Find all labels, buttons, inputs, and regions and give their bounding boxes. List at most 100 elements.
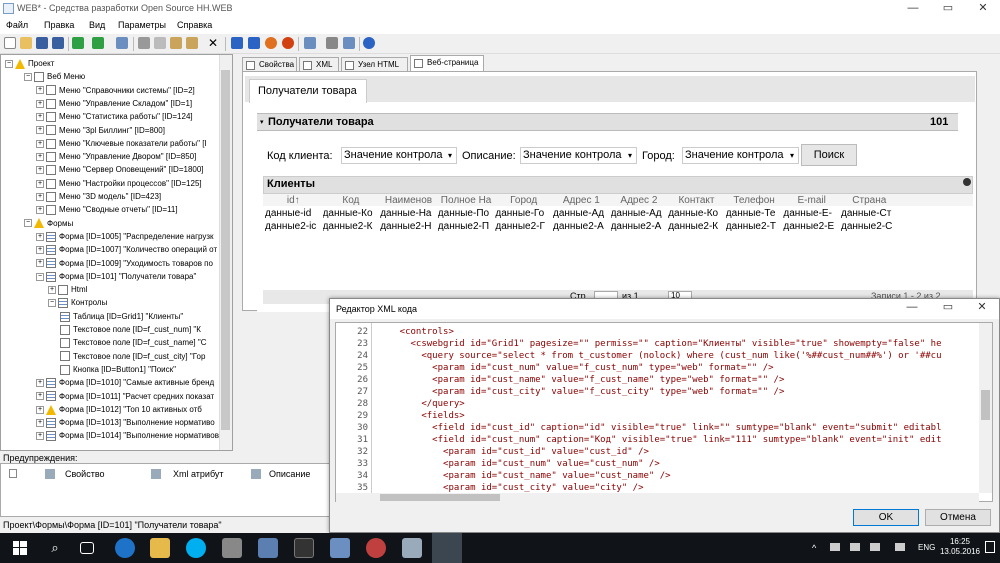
code-line[interactable]: <param id="cust_id" value="cust_id" /> [378, 446, 978, 458]
terminal-icon[interactable] [294, 538, 314, 558]
copy-icon[interactable] [154, 37, 166, 49]
grid-cell[interactable]: данные2-К [323, 220, 381, 233]
edit-icon[interactable] [116, 37, 128, 49]
tree-node[interactable]: + Меню "3pl Биллинг" [ID=800] [36, 124, 165, 137]
expand-toggle-icon[interactable]: + [36, 126, 44, 135]
menu-help[interactable]: Справка [177, 20, 212, 30]
new-icon[interactable] [4, 37, 16, 49]
expand-toggle-icon[interactable]: + [36, 232, 44, 241]
expand-toggle-icon[interactable]: + [36, 166, 44, 175]
language-indicator[interactable]: ENG [918, 543, 935, 552]
tree-node[interactable]: Текстовое поле [ID=f_cust_city] "Гор [60, 350, 205, 363]
save-all-icon[interactable] [52, 37, 64, 49]
grid-cell[interactable]: данные-Ко [323, 207, 381, 220]
expand-toggle-icon[interactable]: − [24, 219, 32, 228]
expand-toggle-icon[interactable]: − [36, 272, 44, 281]
expand-toggle-icon[interactable]: + [36, 86, 44, 95]
volume-icon[interactable] [895, 543, 905, 551]
grid-cell[interactable]: данные2-Е [783, 220, 841, 233]
run-icon[interactable] [265, 37, 277, 49]
tree-node[interactable]: + Форма [ID=1005] "Распределение нагрузк [36, 230, 214, 243]
notifications-icon[interactable] [985, 541, 995, 553]
code-line[interactable]: <param id="cust_num" value="f_cust_num" … [378, 362, 978, 374]
grid-column-header[interactable]: E-mail [783, 195, 840, 207]
tree-node[interactable]: + Меню "Управление Двором" [ID=850] [36, 150, 196, 163]
grid-cell[interactable]: данные-По [438, 207, 496, 220]
tree-node[interactable]: + Форма [ID=1007] "Количество операций от [36, 243, 217, 256]
code-line[interactable]: <param id="cust_name" value="f_cust_name… [378, 374, 978, 386]
grid-column-header[interactable]: Код [323, 195, 380, 207]
tree-node[interactable]: + Html [48, 283, 87, 296]
grid-cell[interactable]: данные-На [380, 207, 438, 220]
code-line[interactable]: <fields> [378, 410, 978, 422]
start-icon[interactable] [10, 538, 30, 558]
tree-node[interactable]: + Меню "Сервер Оповещений" [ID=1800] [36, 163, 204, 176]
expand-toggle-icon[interactable]: + [36, 432, 44, 441]
add-child-icon[interactable] [92, 37, 104, 49]
expand-toggle-icon[interactable]: + [36, 379, 44, 388]
page-tab[interactable]: Получатели товара [249, 79, 367, 103]
tray-chevron-icon[interactable]: ^ [812, 543, 816, 553]
grid-cell[interactable]: данные2-С [841, 220, 899, 233]
expand-toggle-icon[interactable]: + [36, 99, 44, 108]
code-line[interactable]: </query> [378, 398, 978, 410]
tab-web-page[interactable]: Веб-страница [410, 55, 484, 71]
tree-node[interactable]: − Форма [ID=101] "Получатели товара" [36, 270, 196, 283]
tree-node[interactable]: + Меню "Справочники системы" [ID=2] [36, 84, 195, 97]
add-icon[interactable] [72, 37, 84, 49]
grid-column-header[interactable]: Полное На [438, 195, 495, 207]
grid-cell[interactable]: данные2-А [553, 220, 611, 233]
tab-html-node[interactable]: Узел HTML [341, 57, 408, 71]
clock[interactable]: 16:25 13.05.2016 [936, 537, 984, 557]
menu-view[interactable]: Вид [89, 20, 105, 30]
grid-cell[interactable]: данные2-А [611, 220, 669, 233]
cancel-button[interactable]: Отмена [925, 509, 991, 526]
app-icon-1[interactable] [258, 538, 278, 558]
expand-toggle-icon[interactable]: + [48, 285, 56, 294]
grid-cell[interactable]: данные-id [265, 207, 323, 220]
tree-node[interactable]: + Форма [ID=1012] "Топ 10 активных отб [36, 403, 202, 416]
cut-icon[interactable] [138, 37, 150, 49]
find-icon[interactable] [326, 37, 338, 49]
paste-icon[interactable] [170, 37, 182, 49]
move-down-icon[interactable] [248, 37, 260, 49]
network-icon[interactable] [870, 543, 880, 551]
tree-node[interactable]: Текстовое поле [ID=f_cust_name] "С [60, 336, 207, 349]
code-line[interactable]: <query source="select * from t_customer … [378, 350, 978, 362]
tree-node[interactable]: − Формы [24, 217, 73, 230]
grid-cell[interactable]: данные-Ад [611, 207, 669, 220]
dialog-maximize-button[interactable]: ▭ [931, 299, 965, 319]
tree-node[interactable]: − Веб Меню [24, 70, 85, 83]
grid-cell[interactable]: данные2-К [668, 220, 726, 233]
tab-xml[interactable]: XML [299, 57, 339, 71]
tree-node[interactable]: − Проект [5, 57, 54, 70]
grid-cell[interactable]: данные2-Т [726, 220, 784, 233]
tray-icon-2[interactable] [850, 543, 860, 551]
tree-node[interactable]: + Меню "Ключевые показатели работы" [I [36, 137, 207, 150]
ok-button[interactable]: OK [853, 509, 919, 526]
tree-node[interactable]: Таблица [ID=Grid1] "Клиенты" [60, 310, 183, 323]
code-select[interactable]: Значение контрола ▾ [341, 147, 457, 164]
paste-special-icon[interactable] [186, 37, 198, 49]
expand-toggle-icon[interactable]: + [36, 192, 44, 201]
expand-toggle-icon[interactable]: + [36, 206, 44, 215]
grid-cell[interactable]: данные2-Г [495, 220, 553, 233]
desc-select[interactable]: Значение контрола ▾ [520, 147, 637, 164]
code-line[interactable]: <cswebgrid id="Grid1" pagesize="" permis… [378, 338, 978, 350]
expand-toggle-icon[interactable]: − [48, 299, 56, 308]
grid-cell[interactable]: данные-Ко [668, 207, 726, 220]
code-line[interactable]: <param id="cust_num" value="cust_num" /> [378, 458, 978, 470]
expand-toggle-icon[interactable]: − [5, 59, 13, 68]
open-icon[interactable] [20, 37, 32, 49]
code-horizontal-thumb[interactable] [380, 494, 500, 501]
tree-node[interactable]: + Меню "3D модель" [ID=423] [36, 190, 161, 203]
tray-icon-1[interactable] [830, 543, 840, 551]
grid-column-header[interactable]: Телефон [726, 195, 783, 207]
grid-cell[interactable]: данные2-П [438, 220, 496, 233]
grid-cell[interactable]: данные-Ад [553, 207, 611, 220]
active-app-icon[interactable] [432, 533, 462, 563]
code-line[interactable]: <param id="cust_name" value="cust_name" … [378, 470, 978, 482]
format-icon[interactable] [304, 37, 316, 49]
city-select[interactable]: Значение контрола ▾ [682, 147, 799, 164]
code-vertical-thumb[interactable] [981, 390, 990, 420]
